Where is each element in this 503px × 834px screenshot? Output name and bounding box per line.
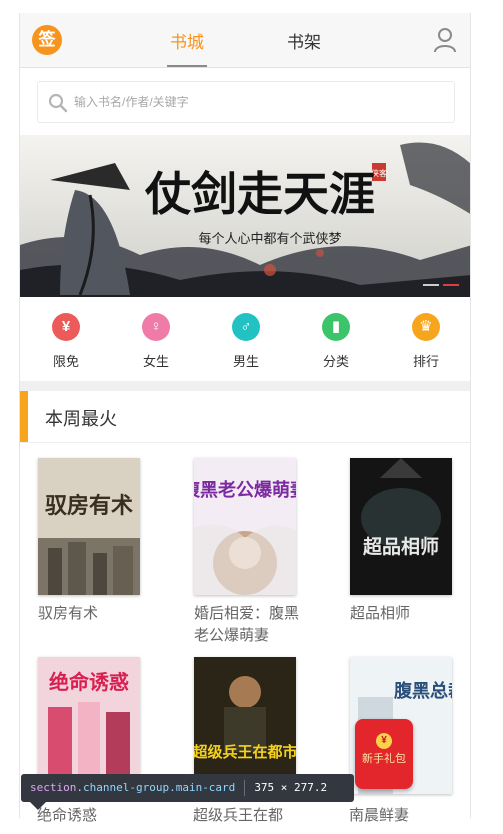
category-ranking[interactable]: ♛ 排行	[396, 309, 456, 370]
book-title-partial[interactable]: 南晨鲜妻	[349, 804, 409, 825]
svg-text:腹黑老公爆萌妻: 腹黑老公爆萌妻	[194, 479, 296, 501]
book-title[interactable]: 驭房有术	[38, 603, 148, 625]
category-label: 分类	[322, 354, 349, 369]
banner-title: 仗剑走天涯	[144, 167, 375, 221]
tooltip-separator	[244, 780, 246, 796]
carousel-dot-active[interactable]	[443, 284, 459, 286]
category-label: 排行	[412, 354, 439, 369]
svg-text:驭房有术: 驭房有术	[45, 493, 133, 519]
book-title-partial[interactable]: 绝命诱惑	[37, 804, 97, 825]
category-nav: ¥ 限免 ♀ 女生 ♂ 男生 ▮ 分类 ♛ 排行	[20, 309, 470, 381]
svg-text:超品相师: 超品相师	[362, 535, 439, 558]
newbie-gift-button[interactable]: ¥ 新手礼包	[355, 719, 413, 789]
tab-bookstore[interactable]: 书城	[170, 28, 204, 53]
search-box[interactable]	[37, 81, 455, 123]
category-male[interactable]: ♂ 男生	[216, 309, 276, 370]
section-accent-bar	[20, 391, 28, 442]
user-icon[interactable]	[433, 27, 457, 53]
category-label: 女生	[142, 354, 169, 369]
top-header: 签 书城 书架	[20, 13, 470, 68]
logo-icon[interactable]: 签	[32, 25, 62, 55]
category-label: 男生	[232, 354, 259, 369]
book-title[interactable]: 超品相师	[350, 603, 460, 625]
male-icon: ♂	[232, 313, 260, 341]
devtools-element-tooltip: section.channel-group.main-card 375 × 277…	[21, 774, 354, 802]
book-card[interactable]: 驭房有术 驭房有术	[38, 458, 158, 625]
carousel-dot[interactable]	[423, 284, 439, 286]
section-header: 本周最火	[20, 391, 470, 443]
gift-label: 新手礼包	[362, 753, 406, 765]
category-label: 限免	[52, 354, 79, 369]
search-icon	[48, 93, 68, 113]
banner-image: 侠客 仗剑走天涯 每个人心中都有个武侠梦	[20, 135, 470, 297]
category-genres[interactable]: ▮ 分类	[306, 309, 366, 370]
svg-text:绝命诱惑: 绝命诱惑	[49, 670, 129, 694]
yen-icon: ¥	[52, 313, 80, 341]
book-title[interactable]: 婚后相爱：腹黑老公爆萌妻	[194, 603, 304, 647]
section-divider	[20, 381, 470, 391]
category-female[interactable]: ♀ 女生	[126, 309, 186, 370]
banner-carousel[interactable]: 侠客 仗剑走天涯 每个人心中都有个武侠梦	[20, 135, 470, 297]
coin-icon: ¥	[376, 733, 392, 749]
female-icon: ♀	[142, 313, 170, 341]
tab-bookshelf[interactable]: 书架	[287, 28, 321, 53]
book-card[interactable]: 超品相师 超品相师	[350, 458, 470, 625]
svg-text:超级兵王在都市: 超级兵王在都市	[194, 743, 296, 761]
book-cover[interactable]: 腹黑老公爆萌妻	[194, 458, 296, 595]
tooltip-arrow	[30, 802, 46, 810]
phone-frame: 签 书城 书架 输入书名/作者/关键字 侠客 仗剑走天涯 每个人心中都有个武侠梦…	[19, 13, 471, 818]
svg-text:腹黑总裁: 腹黑总裁	[394, 680, 452, 702]
tooltip-tag: section	[30, 781, 77, 794]
book-title-partial[interactable]: 超级兵王在都	[193, 804, 283, 825]
book-cover[interactable]: 驭房有术	[38, 458, 140, 595]
book-cover[interactable]: 超品相师	[350, 458, 452, 595]
tooltip-classes: .channel-group.main-card	[76, 781, 236, 794]
active-tab-indicator	[167, 65, 207, 67]
trophy-icon: ♛	[412, 313, 440, 341]
search-input[interactable]	[74, 82, 444, 122]
category-free[interactable]: ¥ 限免	[36, 309, 96, 370]
book-icon: ▮	[322, 313, 350, 341]
book-card[interactable]: 腹黑老公爆萌妻 婚后相爱：腹黑老公爆萌妻	[194, 458, 314, 647]
banner-subtitle: 每个人心中都有个武侠梦	[198, 231, 341, 247]
tooltip-size: 375 × 277.2	[254, 781, 328, 794]
section-title: 本周最火	[45, 409, 117, 429]
